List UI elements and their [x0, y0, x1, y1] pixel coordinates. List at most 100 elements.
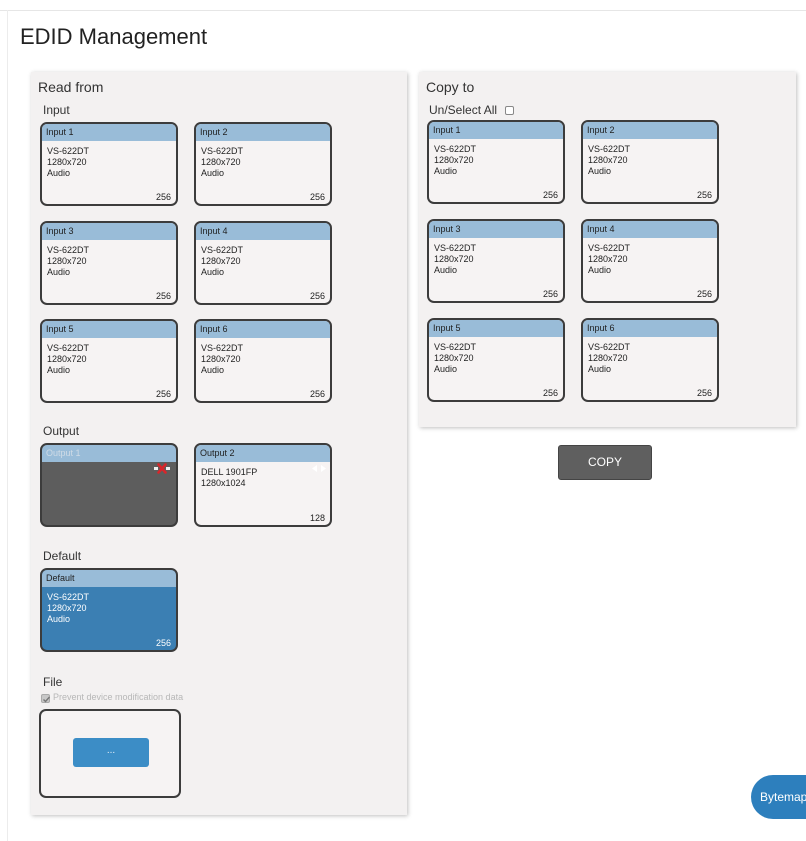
card-audio: Audio: [434, 265, 458, 275]
select-all-label: Un/Select All: [429, 103, 498, 117]
read-input-label: Input: [43, 103, 70, 117]
card-details: VS-622DT 1280x720 Audio: [47, 343, 89, 376]
card-title: Input 3: [42, 223, 176, 240]
card-device: VS-622DT: [47, 592, 90, 602]
output-card-2[interactable]: Output 2 DELL 1901FP 1280x1024 128: [194, 443, 332, 527]
read-output-label: Output: [43, 424, 80, 438]
prevent-modification-checkbox[interactable]: [41, 694, 51, 703]
card-details: VS-622DT 1280x720 Audio: [588, 243, 630, 276]
select-all-checkbox[interactable]: [505, 106, 514, 115]
read-input-card-5[interactable]: Input 5 VS-622DT 1280x720 Audio 256: [40, 319, 178, 403]
page-title: EDID Management: [20, 24, 208, 49]
card-device: VS-622DT: [588, 243, 631, 253]
card-resolution: 1280x720: [588, 353, 628, 363]
card-resolution: 1280x720: [47, 157, 87, 167]
browse-file-button[interactable]: ...: [73, 738, 149, 767]
card-title: Input 6: [196, 321, 330, 338]
copy-input-card-3[interactable]: Input 3 VS-622DT 1280x720 Audio 256: [427, 219, 565, 303]
card-device: VS-622DT: [47, 343, 90, 353]
card-resolution: 1280x720: [47, 256, 87, 266]
card-title: Input 4: [196, 223, 330, 240]
card-audio: Audio: [588, 265, 612, 275]
card-title: Output 2: [196, 445, 330, 462]
card-size: 256: [309, 192, 325, 202]
disconnected-x-icon: [154, 463, 170, 474]
card-details: VS-622DT 1280x720 Audio: [201, 245, 243, 278]
card-details: VS-622DT 1280x720 Audio: [588, 342, 630, 375]
card-size: 256: [696, 388, 712, 398]
card-audio: Audio: [434, 166, 458, 176]
output-card-1[interactable]: Output 1: [40, 443, 178, 527]
card-audio: Audio: [201, 267, 225, 277]
card-title: Input 4: [583, 221, 717, 238]
card-resolution: 1280x720: [588, 254, 628, 264]
card-details: VS-622DT 1280x720 Audio: [201, 343, 243, 376]
card-title: Input 2: [583, 122, 717, 139]
read-input-card-3[interactable]: Input 3 VS-622DT 1280x720 Audio 256: [40, 221, 178, 305]
file-drop-zone[interactable]: ...: [39, 709, 181, 798]
card-details: VS-622DT 1280x720 Audio: [434, 243, 476, 276]
card-title: Input 1: [429, 122, 563, 139]
copy-button[interactable]: COPY: [558, 445, 652, 480]
card-audio: Audio: [588, 364, 612, 374]
card-size: 256: [309, 291, 325, 301]
copy-input-card-1[interactable]: Input 1 VS-622DT 1280x720 Audio 256: [427, 120, 565, 204]
card-title: Default: [42, 570, 176, 587]
read-input-card-6[interactable]: Input 6 VS-622DT 1280x720 Audio 256: [194, 319, 332, 403]
card-audio: Audio: [47, 168, 71, 178]
card-details: VS-622DT 1280x720 Audio: [47, 592, 89, 625]
card-size: 256: [542, 190, 558, 200]
card-size: 256: [155, 389, 171, 399]
checkmark-icon: [43, 696, 51, 703]
card-device: DELL 1901FP: [201, 467, 258, 477]
card-resolution: 1280x720: [588, 155, 628, 165]
card-details: VS-622DT 1280x720 Audio: [201, 146, 243, 179]
card-details: VS-622DT 1280x720 Audio: [47, 146, 89, 179]
card-size: 256: [155, 638, 171, 648]
left-divider: [7, 10, 8, 841]
card-title: Input 3: [429, 221, 563, 238]
read-input-card-1[interactable]: Input 1 VS-622DT 1280x720 Audio 256: [40, 122, 178, 206]
copy-input-card-5[interactable]: Input 5 VS-622DT 1280x720 Audio 256: [427, 318, 565, 402]
card-audio: Audio: [47, 365, 71, 375]
copy-input-card-6[interactable]: Input 6 VS-622DT 1280x720 Audio 256: [581, 318, 719, 402]
card-title: Input 6: [583, 320, 717, 337]
copy-to-title: Copy to: [426, 79, 475, 95]
card-size: 256: [155, 291, 171, 301]
card-device: VS-622DT: [588, 342, 631, 352]
read-from-title: Read from: [38, 79, 104, 95]
card-resolution: 1280x720: [47, 354, 87, 364]
card-details: VS-622DT 1280x720 Audio: [434, 342, 476, 375]
read-file-label: File: [43, 675, 63, 689]
card-resolution: 1280x720: [434, 155, 474, 165]
card-size: 128: [309, 513, 325, 523]
read-default-label: Default: [43, 549, 82, 563]
card-title: Input 5: [42, 321, 176, 338]
card-audio: Audio: [588, 166, 612, 176]
card-details: DELL 1901FP 1280x1024: [201, 467, 257, 489]
card-resolution: 1280x720: [201, 256, 241, 266]
bytemap-button[interactable]: Bytemap: [751, 775, 806, 819]
card-audio: Audio: [47, 267, 71, 277]
card-title: Input 1: [42, 124, 176, 141]
card-device: VS-622DT: [434, 342, 477, 352]
default-card[interactable]: Default VS-622DT 1280x720 Audio 256: [40, 568, 178, 652]
connected-plug-icon: [312, 465, 326, 472]
read-input-card-2[interactable]: Input 2 VS-622DT 1280x720 Audio 256: [194, 122, 332, 206]
card-resolution: 1280x720: [47, 603, 87, 613]
card-details: VS-622DT 1280x720 Audio: [588, 144, 630, 177]
card-audio: Audio: [201, 365, 225, 375]
top-divider: [0, 10, 806, 11]
card-title: Output 1: [42, 445, 176, 462]
read-input-card-4[interactable]: Input 4 VS-622DT 1280x720 Audio 256: [194, 221, 332, 305]
card-device: VS-622DT: [434, 243, 477, 253]
card-audio: Audio: [201, 168, 225, 178]
copy-input-card-2[interactable]: Input 2 VS-622DT 1280x720 Audio 256: [581, 120, 719, 204]
card-device: VS-622DT: [47, 146, 90, 156]
copy-input-card-4[interactable]: Input 4 VS-622DT 1280x720 Audio 256: [581, 219, 719, 303]
card-title: Input 5: [429, 320, 563, 337]
prevent-modification-label: Prevent device modification data: [53, 692, 184, 702]
card-size: 256: [696, 190, 712, 200]
card-resolution: 1280x720: [434, 353, 474, 363]
card-size: 256: [155, 192, 171, 202]
